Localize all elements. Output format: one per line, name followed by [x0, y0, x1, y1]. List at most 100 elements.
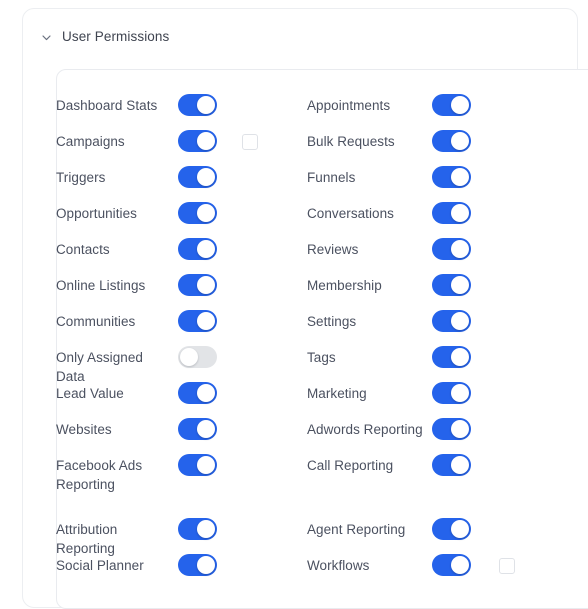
permission-row: Adwords Reporting: [307, 418, 556, 456]
permission-label-appointments: Appointments: [307, 98, 391, 113]
permission-toggle-facebook-ads-reporting[interactable]: [178, 454, 217, 476]
permission-toggle-bulk-requests[interactable]: [432, 130, 471, 152]
permission-label-conversations: Conversations: [307, 206, 394, 221]
permission-label-contacts: Contacts: [56, 242, 110, 257]
toggle-knob: [197, 420, 215, 438]
permission-row: Conversations: [307, 202, 556, 240]
toggle-knob: [451, 240, 469, 258]
toggle-knob: [197, 520, 215, 538]
toggle-knob: [197, 132, 215, 150]
permission-toggle-conversations[interactable]: [432, 202, 471, 224]
permission-row: Call Reporting: [307, 454, 556, 520]
toggle-knob: [197, 556, 215, 574]
toggle-knob: [451, 276, 469, 294]
permission-toggle-appointments[interactable]: [432, 94, 471, 116]
permission-toggle-marketing[interactable]: [432, 382, 471, 404]
toggle-knob: [451, 556, 469, 574]
permission-label-marketing: Marketing: [307, 386, 367, 401]
toggle-knob: [451, 520, 469, 538]
permission-row: Workflows: [307, 554, 556, 592]
toggle-knob: [451, 96, 469, 114]
permission-row: Opportunities: [56, 202, 288, 240]
permission-toggle-membership[interactable]: [432, 274, 471, 296]
permission-toggle-only-assigned-data[interactable]: [178, 346, 217, 368]
chevron-down-icon[interactable]: [40, 31, 53, 44]
permission-row: Triggers: [56, 166, 288, 204]
permission-row: Marketing: [307, 382, 556, 420]
permission-toggle-online-listings[interactable]: [178, 274, 217, 296]
toggle-knob: [197, 240, 215, 258]
permission-label-adwords-reporting: Adwords Reporting: [307, 422, 423, 437]
permission-label-facebook-ads-reporting: Facebook Ads Reporting: [56, 458, 143, 492]
permission-toggle-social-planner[interactable]: [178, 554, 217, 576]
permission-label-agent-reporting: Agent Reporting: [307, 522, 406, 537]
permission-toggle-triggers[interactable]: [178, 166, 217, 188]
permission-toggle-funnels[interactable]: [432, 166, 471, 188]
permission-row: Agent Reporting: [307, 518, 556, 556]
toggle-knob: [451, 312, 469, 330]
permission-label-only-assigned-data: Only Assigned Data: [56, 350, 143, 384]
permission-toggle-tags[interactable]: [432, 346, 471, 368]
permission-toggle-workflows[interactable]: [432, 554, 471, 576]
toggle-knob: [197, 276, 215, 294]
toggle-knob: [197, 312, 215, 330]
permission-toggle-attribution-reporting[interactable]: [178, 518, 217, 540]
permission-toggle-dashboard-stats[interactable]: [178, 94, 217, 116]
permission-row: Contacts: [56, 238, 288, 276]
permission-label-attribution-reporting: Attribution Reporting: [56, 522, 118, 556]
permission-toggle-contacts[interactable]: [178, 238, 217, 260]
permission-row: Facebook Ads Reporting: [56, 454, 288, 520]
permission-label-funnels: Funnels: [307, 170, 356, 185]
permission-row: Tags: [307, 346, 556, 384]
permission-row: Social Planner: [56, 554, 288, 592]
permission-row: Dashboard Stats: [56, 94, 288, 132]
page-title: User Permissions: [62, 29, 170, 44]
toggle-knob: [197, 384, 215, 402]
permission-row: Appointments: [307, 94, 556, 132]
permission-row: Campaigns: [56, 130, 288, 168]
permission-toggle-settings[interactable]: [432, 310, 471, 332]
permission-row: Communities: [56, 310, 288, 348]
permission-label-settings: Settings: [307, 314, 357, 329]
permission-row: Websites: [56, 418, 288, 456]
permission-row: Only Assigned Data: [56, 346, 288, 384]
permission-toggle-campaigns[interactable]: [178, 130, 217, 152]
user-permissions-section-header[interactable]: User Permissions: [40, 27, 169, 47]
permission-toggle-opportunities[interactable]: [178, 202, 217, 224]
toggle-knob: [451, 456, 469, 474]
permission-row: Online Listings: [56, 274, 288, 312]
permission-label-tags: Tags: [307, 350, 336, 365]
toggle-knob: [197, 96, 215, 114]
toggle-knob: [197, 204, 215, 222]
permission-toggle-call-reporting[interactable]: [432, 454, 471, 476]
permission-toggle-lead-value[interactable]: [178, 382, 217, 404]
toggle-knob: [451, 348, 469, 366]
toggle-knob: [451, 168, 469, 186]
permission-label-call-reporting: Call Reporting: [307, 458, 394, 473]
permission-toggle-communities[interactable]: [178, 310, 217, 332]
permission-label-communities: Communities: [56, 314, 136, 329]
permission-checkbox-campaigns[interactable]: [242, 134, 258, 150]
toggle-knob: [451, 132, 469, 150]
permission-row: Attribution Reporting: [56, 518, 288, 556]
toggle-knob: [451, 420, 469, 438]
permission-label-reviews: Reviews: [307, 242, 359, 257]
permission-toggle-reviews[interactable]: [432, 238, 471, 260]
permission-row: Settings: [307, 310, 556, 348]
toggle-knob: [197, 456, 215, 474]
permission-toggle-websites[interactable]: [178, 418, 217, 440]
permission-checkbox-workflows[interactable]: [499, 558, 515, 574]
permission-label-opportunities: Opportunities: [56, 206, 137, 221]
permission-label-lead-value: Lead Value: [56, 386, 124, 401]
permission-row: Funnels: [307, 166, 556, 204]
permission-label-bulk-requests: Bulk Requests: [307, 134, 395, 149]
permission-label-dashboard-stats: Dashboard Stats: [56, 98, 158, 113]
permission-toggle-adwords-reporting[interactable]: [432, 418, 471, 440]
permission-row: Membership: [307, 274, 556, 312]
permission-row: Bulk Requests: [307, 130, 556, 168]
permission-label-triggers: Triggers: [56, 170, 106, 185]
permission-label-online-listings: Online Listings: [56, 278, 146, 293]
permission-label-social-planner: Social Planner: [56, 558, 144, 573]
permission-toggle-agent-reporting[interactable]: [432, 518, 471, 540]
permissions-column-right: Appointments Bulk Requests Funnels Conversa…: [307, 94, 556, 592]
